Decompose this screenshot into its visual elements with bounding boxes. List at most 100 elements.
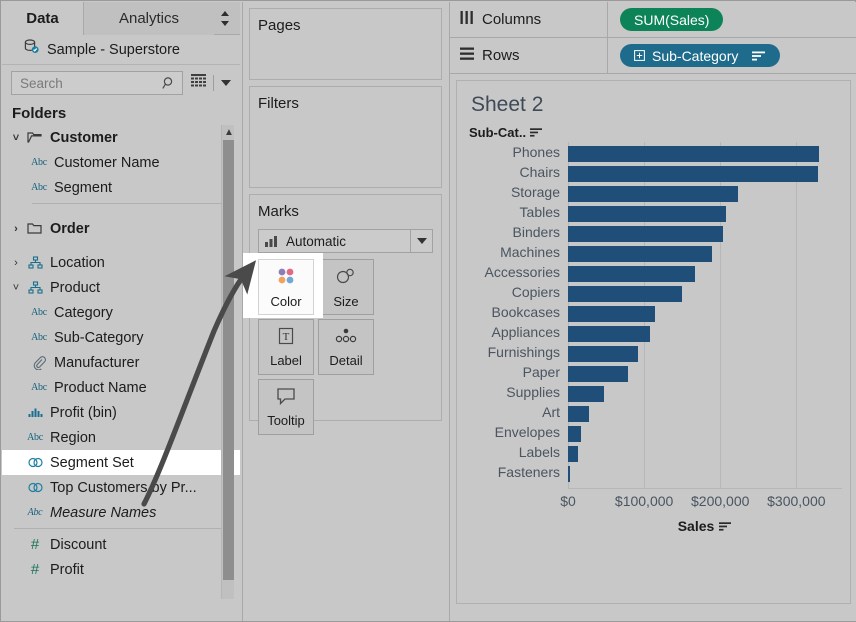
field-label: Category: [54, 304, 113, 321]
marks-tooltip-button[interactable]: Tooltip: [258, 379, 314, 435]
tab-analytics[interactable]: Analytics: [84, 2, 214, 35]
datasource-row[interactable]: Sample - Superstore: [2, 35, 240, 65]
category-label[interactable]: Machines: [457, 244, 565, 260]
bar-mark[interactable]: [568, 306, 656, 322]
columns-shelf[interactable]: Columns SUM(Sales): [450, 2, 856, 38]
bin-histogram-icon: [24, 407, 46, 419]
field-row-customer-name[interactable]: Abc Customer Name: [2, 150, 240, 175]
bar-mark[interactable]: [568, 366, 628, 382]
sort-descending-icon[interactable]: [752, 51, 766, 61]
field-row-product-name[interactable]: Abc Product Name: [2, 375, 240, 400]
marks-label-label: Label: [270, 353, 302, 368]
field-row-discount[interactable]: . # Discount: [2, 532, 240, 557]
field-label: Product: [50, 279, 100, 296]
category-label[interactable]: Fasteners: [457, 464, 565, 480]
sort-descending-icon[interactable]: [530, 128, 543, 137]
chevron-down-icon[interactable]: [221, 80, 231, 86]
marks-detail-label: Detail: [329, 353, 363, 368]
field-row-sub-category[interactable]: Abc Sub-Category: [2, 325, 240, 350]
bar-mark[interactable]: [568, 346, 638, 362]
field-row-measure-names[interactable]: . Abc Measure Names: [2, 500, 240, 525]
field-row-order[interactable]: › Order: [2, 216, 240, 241]
category-label[interactable]: Phones: [457, 144, 565, 160]
abc-icon: Abc: [31, 307, 47, 318]
bar-mark[interactable]: [568, 406, 589, 422]
search-row: Search: [2, 65, 240, 101]
bar-mark[interactable]: [568, 226, 723, 242]
marks-card[interactable]: Marks Automatic Color Size T Label Detai…: [249, 194, 442, 435]
rows-icon: [460, 47, 474, 64]
field-row-product[interactable]: ˅ Product: [2, 275, 240, 300]
field-row-location[interactable]: › Location: [2, 250, 240, 275]
data-pane: Data Analytics Sample - Superstore Searc…: [2, 2, 240, 621]
x-axis-title[interactable]: Sales: [568, 518, 842, 534]
field-row-region[interactable]: . Abc Region: [2, 425, 240, 450]
bar-mark[interactable]: [568, 326, 650, 342]
chevron-down-icon[interactable]: ˅: [8, 282, 24, 294]
chevron-right-icon[interactable]: ›: [8, 223, 24, 235]
category-label[interactable]: Bookcases: [457, 304, 565, 320]
bar-mark[interactable]: [568, 446, 578, 462]
set-icon: [24, 456, 46, 469]
grid-view-icon[interactable]: [191, 74, 206, 92]
category-label[interactable]: Binders: [457, 224, 565, 240]
bar-mark[interactable]: [568, 166, 818, 182]
bar-mark[interactable]: [568, 266, 696, 282]
pill-sum-sales[interactable]: SUM(Sales): [620, 8, 724, 31]
bar-mark[interactable]: [568, 146, 820, 162]
field-row-segment[interactable]: Abc Segment: [2, 175, 240, 200]
marks-detail-button[interactable]: Detail: [318, 319, 374, 375]
bar-mark[interactable]: [568, 246, 713, 262]
chevron-down-icon[interactable]: [410, 230, 432, 252]
category-label[interactable]: Chairs: [457, 164, 565, 180]
field-row-profit[interactable]: . # Profit: [2, 557, 240, 582]
mark-type-dropdown[interactable]: Automatic: [258, 229, 433, 253]
marks-size-button[interactable]: Size: [318, 259, 374, 315]
rows-shelf[interactable]: Rows Sub-Category: [450, 38, 856, 74]
folder-open-icon: [24, 131, 46, 144]
bar-mark[interactable]: [568, 186, 739, 202]
category-label[interactable]: Copiers: [457, 284, 565, 300]
bar-mark[interactable]: [568, 286, 682, 302]
marks-color-button[interactable]: Color: [258, 259, 314, 315]
category-label[interactable]: Tables: [457, 204, 565, 220]
bar-mark[interactable]: [568, 426, 581, 442]
pill-sub-category[interactable]: Sub-Category: [620, 44, 781, 67]
category-label[interactable]: Art: [457, 404, 565, 420]
category-label[interactable]: Accessories: [457, 264, 565, 280]
filters-card[interactable]: Filters: [249, 86, 442, 188]
chevron-right-icon[interactable]: ›: [8, 257, 24, 269]
field-row-manufacturer[interactable]: Manufacturer: [2, 350, 240, 375]
category-label[interactable]: Paper: [457, 364, 565, 380]
category-label[interactable]: Envelopes: [457, 424, 565, 440]
category-label[interactable]: Supplies: [457, 384, 565, 400]
tab-data[interactable]: Data: [2, 2, 84, 35]
category-label[interactable]: Storage: [457, 184, 565, 200]
field-row-category[interactable]: Abc Category: [2, 300, 240, 325]
marks-label-button[interactable]: T Label: [258, 319, 314, 375]
bar-mark-icon: [265, 235, 280, 247]
field-row-customer[interactable]: ˅ Customer: [2, 125, 240, 150]
search-placeholder: Search: [20, 75, 63, 91]
fields-scrollbar[interactable]: ▲: [221, 125, 234, 599]
category-label[interactable]: Furnishings: [457, 344, 565, 360]
field-row-top-customers[interactable]: . Top Customers by Pr...: [2, 475, 240, 500]
expand-plus-icon[interactable]: [634, 50, 645, 61]
pages-card[interactable]: Pages: [249, 8, 442, 80]
search-input[interactable]: Search: [11, 71, 183, 95]
up-down-spinner-icon[interactable]: [218, 11, 232, 26]
worksheet-view[interactable]: Sheet 2 Sub-Cat.. Phones Chairs Storage Tab…: [456, 80, 851, 604]
chevron-up-icon[interactable]: ▲: [224, 127, 234, 138]
category-label[interactable]: Appliances: [457, 324, 565, 340]
field-row-segment-set[interactable]: . Segment Set: [2, 450, 240, 475]
chevron-down-icon[interactable]: ˅: [8, 132, 24, 144]
bar-mark[interactable]: [568, 206, 726, 222]
scrollbar-thumb[interactable]: [223, 140, 234, 580]
bar-mark[interactable]: [568, 386, 604, 402]
category-label[interactable]: Labels: [457, 444, 565, 460]
row-field-header[interactable]: Sub-Cat..: [457, 117, 850, 140]
bar-mark[interactable]: [568, 466, 571, 482]
sort-descending-icon[interactable]: [719, 521, 732, 531]
field-row-profit-bin[interactable]: . Profit (bin): [2, 400, 240, 425]
pill-sub-category-text: Sub-Category: [652, 47, 739, 64]
